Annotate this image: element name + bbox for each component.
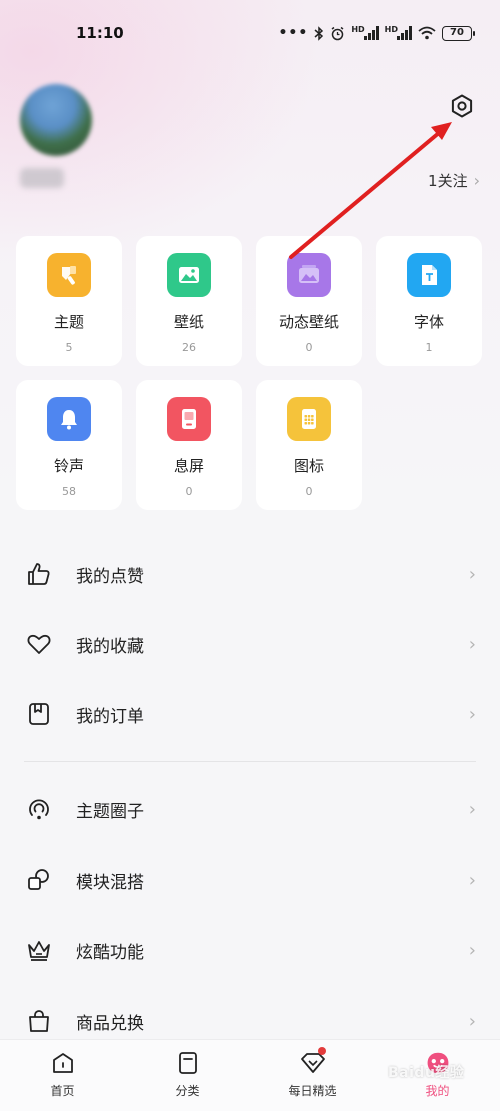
- tab-label: 每日精选: [288, 1084, 337, 1098]
- tile-label: 动态壁纸: [278, 313, 339, 331]
- chevron-right-icon: ›: [468, 563, 476, 585]
- notification-dot: [318, 1047, 326, 1055]
- tile-font[interactable]: 字体 1: [376, 236, 482, 366]
- tile-aod[interactable]: 息屏 0: [136, 380, 242, 510]
- tile-label: 图标: [293, 457, 324, 475]
- tile-count: 1: [425, 341, 433, 354]
- more-notifications-icon: •••: [278, 25, 309, 41]
- bookmark-icon: [26, 701, 52, 727]
- alarm-icon: [331, 26, 344, 40]
- menu-label: 炫酷功能: [76, 942, 144, 963]
- menu-label: 模块混搭: [76, 872, 144, 893]
- tile-ringtone[interactable]: 铃声 58: [16, 380, 122, 510]
- signal-2-icon: HD: [385, 25, 412, 40]
- tile-label: 主题: [53, 313, 84, 331]
- tab-label: 我的: [425, 1084, 450, 1098]
- menu-label: 主题圈子: [76, 801, 144, 822]
- shopping-bag-icon: [26, 1008, 52, 1034]
- tile-live-wallpaper[interactable]: 动态壁纸 0: [256, 236, 362, 366]
- status-bar: 11:10 ••• HD HD 70: [0, 0, 500, 66]
- chevron-right-icon: ›: [468, 1010, 476, 1032]
- home-icon: [49, 1049, 77, 1077]
- tab-label: 首页: [50, 1084, 75, 1098]
- image-icon: [167, 253, 211, 297]
- tile-count: 0: [185, 485, 193, 498]
- tile-label: 息屏: [173, 457, 204, 475]
- tile-theme[interactable]: 主题 5: [16, 236, 122, 366]
- chevron-right-icon: ›: [473, 171, 480, 190]
- follow-link[interactable]: 1关注 ›: [428, 170, 480, 191]
- avatar[interactable]: [20, 84, 92, 156]
- signal-1-icon: HD: [351, 25, 379, 40]
- brush-icon: [47, 253, 91, 297]
- menu-item-cool-features[interactable]: 炫酷功能 ›: [0, 920, 500, 980]
- font-icon: [407, 253, 451, 297]
- tile-count: 0: [305, 341, 313, 354]
- settings-button[interactable]: [448, 92, 476, 120]
- battery-indicator: 70: [442, 25, 475, 41]
- watermark-logo: Baidu经验: [388, 1065, 465, 1081]
- aod-icon: [167, 397, 211, 441]
- tile-label: 铃声: [53, 457, 84, 475]
- shapes-icon: [26, 867, 52, 893]
- app-grid-icon: [287, 397, 331, 441]
- menu-label: 商品兑换: [76, 1013, 144, 1034]
- category-icon: [174, 1049, 202, 1077]
- heart-icon: [26, 631, 52, 657]
- username[interactable]: 昵称: [20, 168, 64, 188]
- bell-icon: [47, 397, 91, 441]
- menu-item-my-favorites[interactable]: 我的收藏 ›: [0, 614, 500, 674]
- tile-count: 26: [182, 341, 196, 354]
- menu-item-module-mix[interactable]: 模块混搭 ›: [0, 850, 500, 910]
- bluetooth-icon: [314, 25, 324, 41]
- chevron-right-icon: ›: [468, 939, 476, 961]
- menu-label: 我的点赞: [76, 566, 144, 587]
- status-icons: ••• HD HD 70: [278, 25, 475, 41]
- tile-icons[interactable]: 图标 0: [256, 380, 362, 510]
- menu-label: 我的订单: [76, 706, 144, 727]
- menu-item-theme-circle[interactable]: 主题圈子 ›: [0, 779, 500, 839]
- tile-count: 0: [305, 485, 313, 498]
- live-wallpaper-icon: [287, 253, 331, 297]
- tile-wallpaper[interactable]: 壁纸 26: [136, 236, 242, 366]
- tile-label: 壁纸: [173, 313, 204, 331]
- tab-daily-picks[interactable]: 每日精选: [250, 1040, 375, 1111]
- chevron-right-icon: ›: [468, 703, 476, 725]
- circle-location-icon: [26, 796, 52, 822]
- gear-icon: [451, 94, 473, 118]
- tile-label: 字体: [413, 313, 444, 331]
- thumbs-up-icon: [26, 561, 52, 587]
- tab-home[interactable]: 首页: [0, 1040, 125, 1111]
- chevron-right-icon: ›: [468, 798, 476, 820]
- tile-count: 58: [62, 485, 76, 498]
- follow-count-label: 1关注: [428, 172, 468, 190]
- status-time: 11:10: [76, 24, 124, 42]
- menu-item-my-orders[interactable]: 我的订单 ›: [0, 684, 500, 744]
- chevron-right-icon: ›: [468, 869, 476, 891]
- tile-count: 5: [65, 341, 73, 354]
- tab-label: 分类: [175, 1084, 200, 1098]
- menu-label: 我的收藏: [76, 636, 144, 657]
- crown-icon: [26, 937, 52, 963]
- wifi-icon: [418, 26, 436, 40]
- chevron-right-icon: ›: [468, 633, 476, 655]
- tab-category[interactable]: 分类: [125, 1040, 250, 1111]
- menu-item-my-likes[interactable]: 我的点赞 ›: [0, 544, 500, 604]
- menu-divider: [24, 761, 476, 762]
